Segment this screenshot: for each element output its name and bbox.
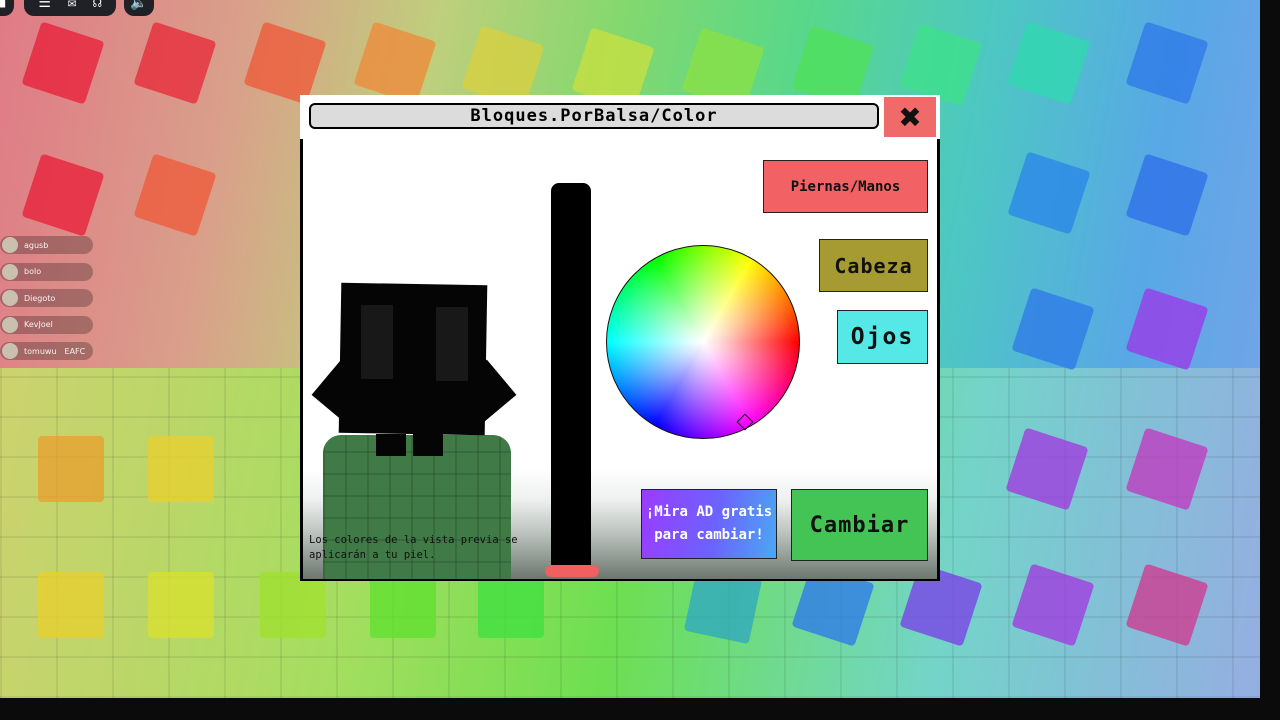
roblox-logo-button[interactable]: ■	[0, 0, 14, 16]
character-leg-left	[376, 434, 406, 456]
floating-block	[1007, 151, 1091, 235]
hamburger-icon: ☰	[38, 0, 51, 11]
floating-block	[148, 436, 214, 502]
volume-button[interactable]: 🔈	[124, 0, 154, 16]
modal-title: Bloques.PorBalsa/Color	[309, 103, 879, 129]
player-name: Diegoto	[24, 293, 56, 303]
avatar	[2, 263, 18, 280]
list-item[interactable]: tomuwu EAFC	[0, 342, 94, 360]
preview-note: Los colores de la vista previa se aplica…	[309, 534, 518, 561]
speaker-icon: 🔈	[130, 0, 148, 11]
watch-ad-button[interactable]: ¡Mira AD gratis para cambiar!	[641, 489, 777, 559]
floating-block	[1125, 21, 1209, 105]
floating-block	[38, 572, 104, 638]
character-eye-left	[361, 305, 393, 379]
player-name: agusb	[24, 240, 49, 250]
color-picker-modal: Bloques.PorBalsa/Color ✖ Los colores de …	[300, 95, 940, 581]
floating-block	[38, 436, 104, 502]
floating-block	[21, 21, 105, 105]
list-item[interactable]: Diegoto	[0, 289, 94, 307]
floating-block	[478, 572, 544, 638]
floating-block	[1007, 21, 1091, 105]
floating-block	[260, 572, 326, 638]
player-name: KevJoel	[24, 320, 53, 329]
brightness-slider-handle[interactable]	[545, 565, 599, 577]
avatar	[2, 316, 18, 333]
player-name: tomuwu	[24, 346, 57, 356]
floating-block	[1125, 287, 1209, 371]
window-frame-bottom	[0, 698, 1280, 720]
backpack-icon: ☊	[93, 0, 102, 11]
change-button[interactable]: Cambiar	[791, 489, 928, 561]
floating-block	[370, 572, 436, 638]
list-item[interactable]: KevJoel	[0, 315, 94, 334]
floating-block	[1011, 287, 1095, 371]
modal-content: Los colores de la vista previa se aplica…	[303, 139, 937, 579]
avatar	[2, 237, 18, 253]
eyes-button[interactable]: Ojos	[837, 310, 928, 364]
brightness-slider[interactable]	[551, 183, 591, 573]
player-name: bolo	[24, 267, 42, 276]
legs-hands-button[interactable]: Piernas/Manos	[763, 160, 928, 213]
floating-block	[133, 21, 217, 105]
floating-block	[243, 21, 327, 105]
player-list: agusb bolo Diegoto KevJoel tomuwu EAFC	[0, 236, 94, 369]
menu-button[interactable]: ☰ ✉ ☊	[24, 0, 116, 16]
list-item[interactable]: bolo	[0, 262, 94, 281]
floating-block	[1125, 153, 1209, 237]
close-button[interactable]: ✖	[884, 97, 936, 137]
list-item[interactable]: agusb	[0, 236, 94, 254]
floating-block	[133, 153, 217, 237]
floating-block	[21, 153, 105, 237]
color-wheel[interactable]	[606, 245, 800, 439]
window-frame-right	[1260, 0, 1280, 720]
title-bar: Bloques.PorBalsa/Color ✖	[300, 95, 940, 139]
head-button[interactable]: Cabeza	[819, 239, 928, 292]
player-tag: EAFC	[64, 346, 86, 356]
character-eye-right	[436, 307, 468, 381]
floating-block	[148, 572, 214, 638]
avatar	[2, 343, 18, 359]
close-icon: ✖	[898, 100, 922, 134]
avatar	[2, 290, 18, 306]
floating-block	[353, 21, 437, 105]
character-leg-right	[413, 434, 443, 456]
chat-icon: ✉	[67, 0, 77, 11]
